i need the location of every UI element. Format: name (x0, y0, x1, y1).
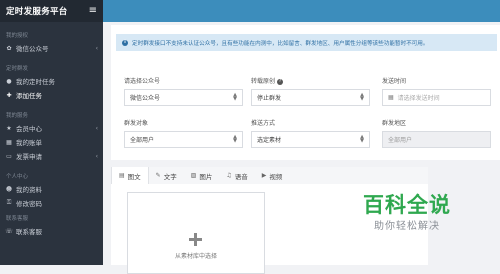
key-icon: ⚿ (6, 199, 12, 206)
video-icon: ▶ (261, 172, 267, 179)
sidebar-group-label: 定时群发 (6, 66, 29, 72)
user-icon: ☻ (5, 185, 13, 193)
sidebar-group-label: 我的授权 (6, 33, 29, 39)
tab-article[interactable]: ▤ 图文 (111, 167, 149, 184)
send-time-input[interactable]: ▦ 请选择发送时间 (382, 89, 491, 106)
select-arrows-icon: ▲ ▼ (360, 134, 364, 144)
music-icon: ♫ (226, 172, 232, 179)
sidebar-item-support[interactable]: ☏ 联系客服 (0, 224, 103, 238)
invoice-icon: ▭ (6, 152, 12, 160)
tab-image[interactable]: ▨ 图片 (184, 167, 220, 184)
select-arrows-icon: ▲ ▼ (233, 134, 237, 144)
app-title: 定时发服务平台 (6, 7, 68, 17)
chevron-left-icon: ‹ (95, 124, 98, 132)
reprint-label: 转载原创? (251, 78, 284, 85)
tab-voice[interactable]: ♫ 语音 (219, 167, 254, 184)
region-select: 全部用户 (382, 131, 491, 148)
select-arrows-icon: ▲ ▼ (233, 92, 237, 102)
select-from-library-text: 从素材库中选择 (174, 253, 217, 260)
sidebar-item-my-tasks[interactable]: ● 我的定时任务 (0, 74, 103, 88)
reprint-select[interactable]: 停止群发 ▲ ▼ (251, 89, 370, 106)
chevron-left-icon: ‹ (95, 152, 98, 160)
sidebar-group-label: 我的服务 (6, 113, 29, 119)
region-label: 群发地区 (382, 120, 407, 127)
sidebar-group-label: 联系客服 (6, 216, 29, 222)
pencil-icon: ✎ (155, 172, 161, 179)
brand-bar: 定时发服务平台 ≡ (0, 0, 103, 22)
content-type-tabs: ▤ 图文 ✎ 文字 ▨ 图片 ♫ 语音 ▶ 视频 (111, 167, 428, 185)
task-form-panel: i 定时群发接口不支持未认证公众号，且有些功能在内测中，比如留言、群发地区、用户… (111, 25, 500, 160)
chevron-left-icon: ‹ (95, 44, 98, 52)
plus-icon: ✚ (6, 91, 12, 99)
sidebar-item-my-bills[interactable]: ▦ 我的账单 (0, 135, 103, 149)
watermark-logo: 百科全说 助你轻松解决 (340, 185, 500, 265)
target-label: 群发对象 (124, 120, 149, 127)
bill-icon: ▦ (6, 138, 12, 146)
select-from-library-box[interactable]: 从素材库中选择 (127, 192, 265, 274)
article-icon: ▤ (119, 172, 125, 179)
target-select[interactable]: 全部用户 ▲ ▼ (124, 131, 243, 148)
send-time-label: 发送时间 (382, 78, 407, 85)
watermark-title: 百科全说 (363, 193, 451, 217)
sidebar-item-invoice[interactable]: ▭ 发票申请 ‹ (0, 149, 103, 163)
account-label: 请选择公众号 (124, 78, 161, 85)
image-icon: ▨ (190, 172, 197, 179)
info-alert: i 定时群发接口不支持未认证公众号，且有些功能在内测中，比如留言、群发地区、用户… (116, 34, 497, 51)
help-icon[interactable]: ? (277, 78, 284, 85)
sidebar-item-my-profile[interactable]: ☻ 我的资料 (0, 182, 103, 196)
sidebar-item-add-task[interactable]: ✚ 添加任务 (0, 88, 103, 102)
watermark-subtitle: 助你轻松解决 (374, 221, 440, 232)
wechat-icon: ✿ (6, 44, 12, 52)
calendar-icon: ▦ (388, 94, 394, 101)
sidebar-item-change-password[interactable]: ⚿ 修改密码 (0, 196, 103, 210)
select-arrows-icon: ▲ ▼ (360, 92, 364, 102)
alert-text: 定时群发接口不支持未认证公众号，且有些功能在内测中，比如留言、群发地区、用户属性… (132, 40, 429, 47)
list-icon: ● (6, 77, 12, 85)
menu-toggle-icon[interactable]: ≡ (89, 6, 97, 16)
support-icon: ☏ (5, 227, 13, 235)
plus-icon (189, 233, 202, 246)
account-select[interactable]: 微信公众号 ▲ ▼ (124, 89, 243, 106)
sidebar-group-label: 个人中心 (6, 174, 29, 180)
method-select[interactable]: 选定素材 ▲ ▼ (251, 131, 370, 148)
star-icon: ★ (6, 124, 12, 132)
sidebar-item-member-center[interactable]: ★ 会员中心 ‹ (0, 121, 103, 135)
tab-video[interactable]: ▶ 视频 (255, 167, 290, 184)
sidebar-item-wechat-account[interactable]: ✿ 微信公众号 ‹ (0, 41, 103, 55)
method-label: 推送方式 (251, 120, 276, 127)
top-bar (103, 0, 500, 22)
tab-text[interactable]: ✎ 文字 (149, 167, 184, 184)
sidebar: 定时发服务平台 ≡ 我的授权 ✿ 微信公众号 ‹ 定时群发 ● 我的定时任务 ✚… (0, 0, 103, 265)
info-icon: i (122, 39, 128, 46)
